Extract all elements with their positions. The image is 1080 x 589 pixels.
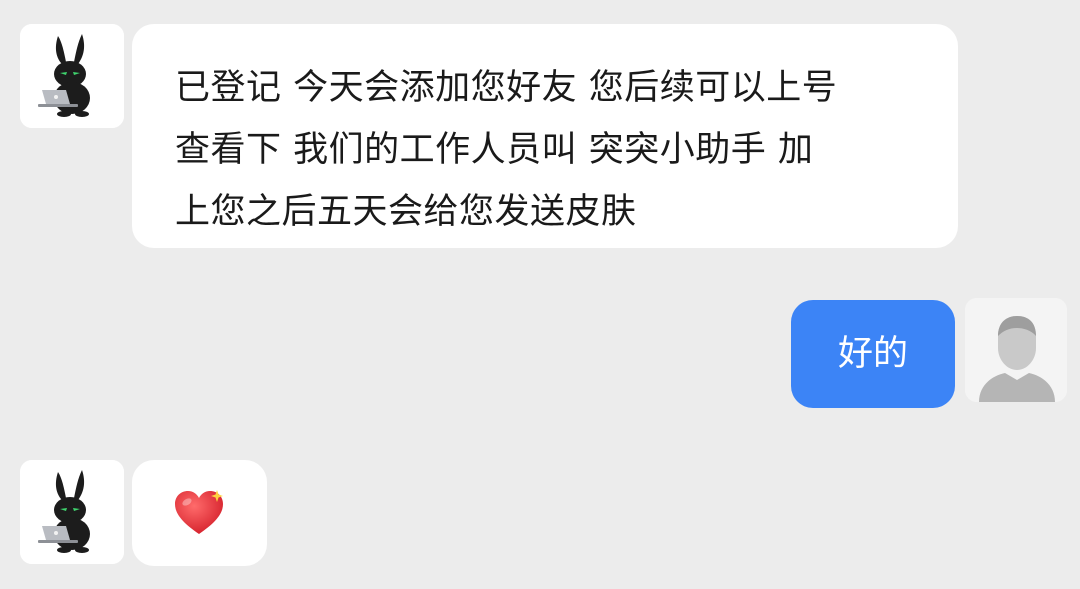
bot-avatar[interactable] xyxy=(20,24,124,128)
default-user-avatar-icon xyxy=(965,298,1067,402)
heart-sparkle-emoji-icon xyxy=(174,490,223,534)
bot-avatar[interactable] xyxy=(20,460,124,564)
incoming-message-bubble[interactable] xyxy=(132,460,267,566)
user-avatar[interactable] xyxy=(965,298,1067,402)
incoming-message-bubble[interactable]: 已登记 今天会添加您好友 您后续可以上号 查看下 我们的工作人员叫 突突小助手 … xyxy=(132,24,958,248)
outgoing-message-bubble[interactable]: 好的 xyxy=(791,300,955,408)
message-text: 已登记 今天会添加您好友 您后续可以上号 查看下 我们的工作人员叫 突突小助手 … xyxy=(175,68,838,232)
rabbit-with-laptop-avatar-icon xyxy=(20,24,124,128)
rabbit-with-laptop-avatar-icon xyxy=(20,460,124,564)
message-text: 好的 xyxy=(837,334,908,374)
